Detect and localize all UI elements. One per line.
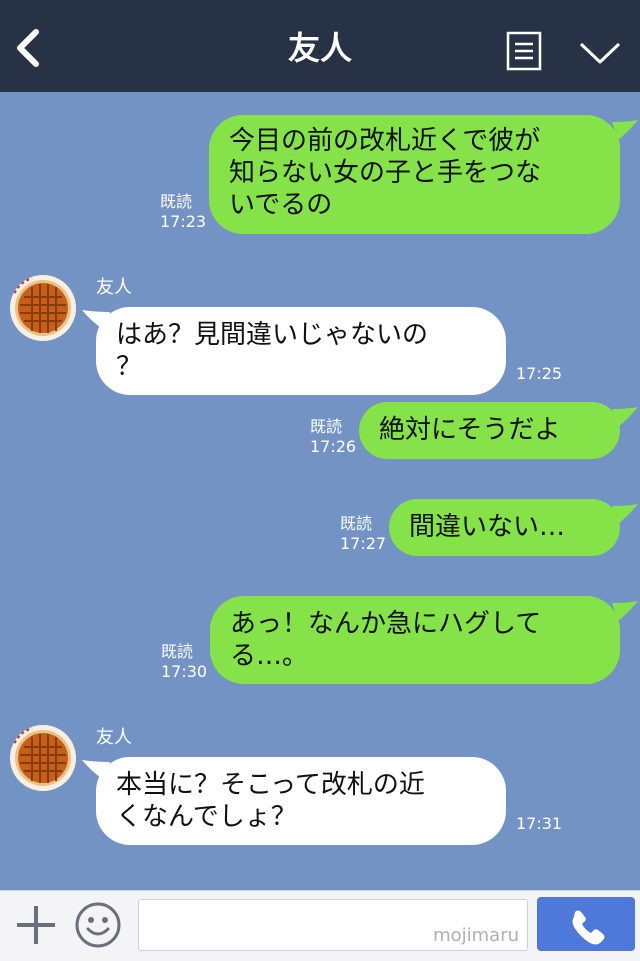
- received-message-bubble[interactable]: 本当に？そこって改札の近 くなんでしょ？: [96, 757, 506, 845]
- message-time: 17:30: [161, 662, 208, 681]
- sent-message-bubble[interactable]: 間違いない…: [389, 499, 620, 556]
- message-time: 17:26: [310, 437, 357, 456]
- emoji-button[interactable]: [74, 901, 122, 949]
- bubble-tail: [612, 120, 638, 140]
- chat-title: 友人: [287, 29, 352, 67]
- sent-message-bubble[interactable]: あっ！なんか急にハグして る…。: [210, 596, 620, 684]
- more-button[interactable]: [578, 38, 622, 68]
- chat-header: 友人: [0, 0, 640, 92]
- sender-name: 友人: [96, 277, 132, 298]
- watermark: mojimaru: [433, 925, 519, 946]
- input-bar: mojimaru: [0, 890, 640, 961]
- read-receipt: 既読: [161, 642, 194, 661]
- phone-icon: [572, 910, 605, 945]
- pie-icon: [10, 725, 76, 791]
- pie-icon: [10, 275, 76, 341]
- message-meta: 既読 17:26: [310, 417, 356, 457]
- read-receipt: 既読: [160, 192, 193, 211]
- read-receipt: 既読: [340, 514, 373, 533]
- friend-avatar[interactable]: [10, 275, 76, 341]
- bubble-tail: [612, 504, 638, 524]
- message-time: 17:25: [516, 364, 563, 383]
- smiley-icon: [75, 902, 121, 948]
- chevron-down-icon: [579, 42, 621, 64]
- read-receipt: 既読: [310, 417, 343, 436]
- message-meta: 既読 17:30: [161, 642, 207, 682]
- plus-icon: [17, 906, 55, 944]
- received-message-bubble[interactable]: はあ？見間違いじゃないの ？: [96, 307, 506, 395]
- bubble-tail: [612, 407, 638, 427]
- sent-message-bubble[interactable]: 絶対にそうだよ: [359, 402, 620, 459]
- sent-message-bubble[interactable]: 今目の前の改札近くで彼が 知らない女の子と手をつな いでるの: [209, 115, 620, 234]
- message-meta: 既読 17:23: [160, 192, 206, 232]
- message-time: 17:27: [340, 534, 387, 553]
- message-time: 17:23: [160, 212, 207, 231]
- call-button[interactable]: [537, 897, 635, 951]
- add-button[interactable]: [14, 903, 58, 947]
- message-meta: 既読 17:27: [340, 514, 386, 554]
- message-input[interactable]: mojimaru: [138, 899, 528, 951]
- memo-button[interactable]: [506, 31, 542, 71]
- bubble-tail: [612, 601, 638, 621]
- friend-avatar[interactable]: [10, 725, 76, 791]
- message-time: 17:31: [516, 814, 563, 833]
- sender-name: 友人: [96, 727, 132, 748]
- memo-icon: [506, 31, 542, 71]
